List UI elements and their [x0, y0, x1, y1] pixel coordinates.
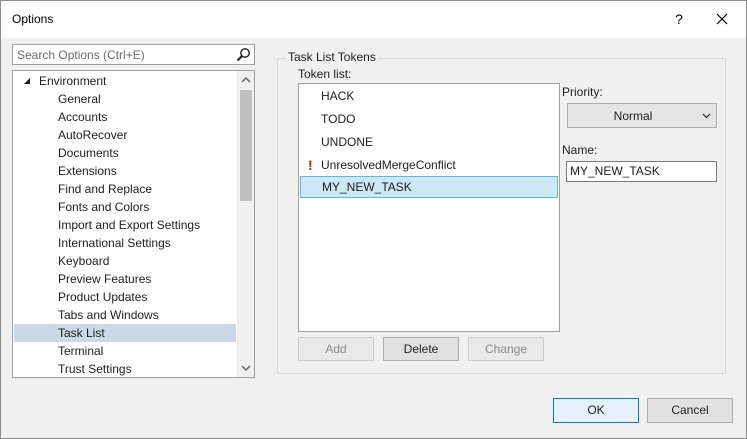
tree-item-label: Environment	[39, 74, 107, 88]
change-button[interactable]: Change	[468, 337, 544, 361]
close-icon	[716, 13, 728, 25]
tree-item-documents[interactable]: Documents	[14, 144, 236, 162]
options-tree[interactable]: Environment General Accounts AutoRecover…	[12, 70, 255, 378]
tree-scrollbar[interactable]	[237, 71, 255, 377]
tree-item-international-settings[interactable]: International Settings	[14, 234, 236, 252]
token-text: UNDONE	[321, 135, 374, 149]
name-label: Name:	[562, 143, 598, 157]
scroll-up-arrow-icon[interactable]	[237, 71, 255, 89]
tree-item-trust-settings[interactable]: Trust Settings	[14, 360, 236, 377]
token-text: UnresolvedMergeConflict	[321, 158, 456, 172]
search-icon[interactable]	[236, 47, 251, 62]
tree-item-label: Keyboard	[58, 254, 110, 268]
tree-item-task-list[interactable]: Task List	[14, 324, 236, 342]
add-button[interactable]: Add	[298, 337, 374, 361]
group-title: Task List Tokens	[286, 50, 378, 64]
tree-item-label: AutoRecover	[58, 128, 128, 142]
tree-item-accounts[interactable]: Accounts	[14, 108, 236, 126]
priority-label: Priority:	[562, 85, 603, 99]
tree-item-label: Documents	[58, 146, 119, 160]
window-title: Options	[12, 12, 54, 26]
tree-item-label: International Settings	[58, 236, 171, 250]
token-text: TODO	[321, 112, 356, 126]
tree-item-environment[interactable]: Environment	[14, 72, 236, 90]
tree-item-label: Product Updates	[58, 290, 148, 304]
delete-button[interactable]: Delete	[383, 337, 459, 361]
tree-item-label: Trust Settings	[58, 362, 132, 376]
warning-icon: !	[308, 157, 313, 173]
tree-item-tabs-and-windows[interactable]: Tabs and Windows	[14, 306, 236, 324]
tree-item-label: General	[58, 92, 101, 106]
tree-item-label: Fonts and Colors	[58, 200, 150, 214]
tree-item-label: Tabs and Windows	[58, 308, 159, 322]
token-list-label: Token list:	[298, 67, 352, 81]
tree-item-label: Find and Replace	[58, 182, 153, 196]
tree-item-label: Preview Features	[58, 272, 152, 286]
name-field[interactable]: MY_NEW_TASK	[566, 161, 717, 182]
token-list[interactable]: HACK TODO UNDONE ! UnresolvedMergeConfli…	[298, 83, 560, 332]
tree-item-find-and-replace[interactable]: Find and Replace	[14, 180, 236, 198]
tree-item-label: Import and Export Settings	[58, 218, 201, 232]
scroll-down-arrow-icon[interactable]	[237, 359, 255, 377]
options-dialog: Options ? Search Options (Ctrl+E) Enviro…	[0, 0, 747, 439]
ok-button[interactable]: OK	[553, 398, 639, 423]
search-placeholder: Search Options (Ctrl+E)	[17, 48, 145, 62]
token-item-my-new-task[interactable]: MY_NEW_TASK	[300, 176, 558, 198]
token-item-unresolved-merge-conflict[interactable]: ! UnresolvedMergeConflict	[300, 154, 558, 176]
tree-item-terminal[interactable]: Terminal	[14, 342, 236, 360]
token-item-undone[interactable]: UNDONE	[300, 131, 558, 153]
tree-item-preview-features[interactable]: Preview Features	[14, 270, 236, 288]
tree-item-label: Extensions	[58, 164, 117, 178]
expanded-arrow-icon[interactable]	[23, 77, 31, 85]
scrollbar-thumb[interactable]	[240, 90, 252, 201]
help-button[interactable]: ?	[669, 9, 689, 29]
token-item-hack[interactable]: HACK	[300, 85, 558, 107]
search-options-input[interactable]: Search Options (Ctrl+E)	[12, 44, 255, 65]
tree-item-general[interactable]: General	[14, 90, 236, 108]
tree-item-product-updates[interactable]: Product Updates	[14, 288, 236, 306]
tree-item-import-export-settings[interactable]: Import and Export Settings	[14, 216, 236, 234]
tree-item-keyboard[interactable]: Keyboard	[14, 252, 236, 270]
tree-item-extensions[interactable]: Extensions	[14, 162, 236, 180]
tree-item-label: Task List	[58, 326, 105, 340]
priority-value: Normal	[613, 109, 653, 123]
tree-item-fonts-and-colors[interactable]: Fonts and Colors	[14, 198, 236, 216]
cancel-button[interactable]: Cancel	[647, 398, 733, 423]
title-bar: Options ?	[1, 1, 746, 38]
tree-item-label: Accounts	[58, 110, 108, 124]
priority-dropdown[interactable]: Normal	[567, 103, 717, 128]
tree-item-autorecover[interactable]: AutoRecover	[14, 126, 236, 144]
token-item-todo[interactable]: TODO	[300, 108, 558, 130]
tree-item-label: Terminal	[58, 344, 104, 358]
close-button[interactable]	[709, 6, 735, 32]
chevron-down-icon	[702, 113, 711, 119]
token-text: HACK	[321, 89, 355, 103]
token-text: MY_NEW_TASK	[322, 180, 412, 194]
